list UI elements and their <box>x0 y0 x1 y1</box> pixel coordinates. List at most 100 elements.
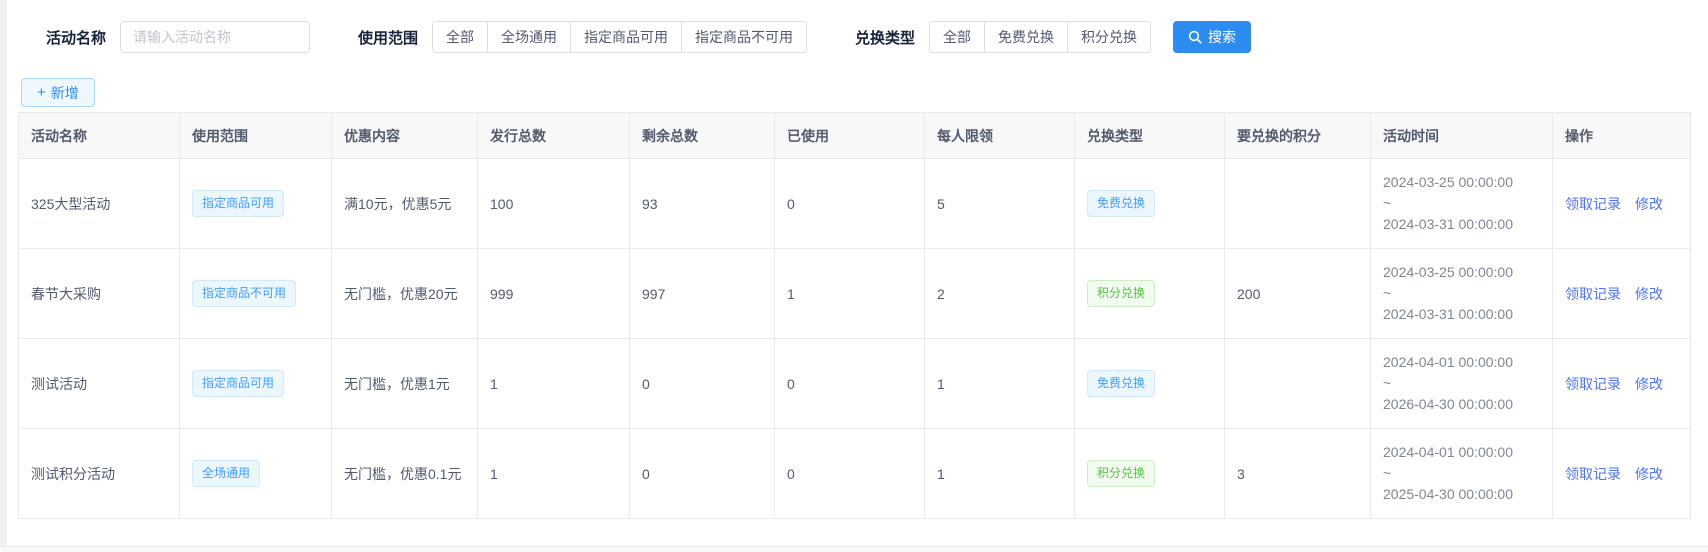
claim-records-link[interactable]: 领取记录 <box>1565 376 1621 392</box>
cell-used: 0 <box>775 339 925 429</box>
window-left-edge <box>0 0 7 552</box>
cell-discount-content: 无门槛，优惠20元 <box>332 249 478 339</box>
claim-records-link[interactable]: 领取记录 <box>1565 466 1621 482</box>
exchange-type-option-points[interactable]: 积分兑换 <box>1067 22 1150 52</box>
usage-scope-option-specified-usable[interactable]: 指定商品可用 <box>570 22 681 52</box>
usage-scope-option-universal[interactable]: 全场通用 <box>487 22 570 52</box>
cell-remaining-total: 0 <box>630 429 775 519</box>
cell-points-required <box>1225 159 1371 249</box>
cell-activity-time: 2024-03-25 00:00:00 ~ 2024-03-31 00:00:0… <box>1371 159 1553 249</box>
cell-limit-per-person: 1 <box>925 429 1075 519</box>
cell-issued-total: 999 <box>478 249 630 339</box>
filter-bar: 活动名称 使用范围 全部 全场通用 指定商品可用 指定商品不可用 兑换类型 全部… <box>0 0 1708 53</box>
search-button[interactable]: 搜索 <box>1173 21 1251 53</box>
cell-activity-name: 测试积分活动 <box>19 429 180 519</box>
col-remaining-total: 剩余总数 <box>630 113 775 159</box>
search-button-label: 搜索 <box>1208 27 1236 47</box>
exchange-type-option-all[interactable]: 全部 <box>930 22 984 52</box>
exchange-type-option-free[interactable]: 免费兑换 <box>984 22 1067 52</box>
cell-discount-content: 无门槛，优惠0.1元 <box>332 429 478 519</box>
cell-issued-total: 1 <box>478 339 630 429</box>
time-start: 2024-04-01 00:00:00 <box>1383 352 1540 373</box>
usage-scope-tag: 全场通用 <box>192 460 260 486</box>
cell-discount-content: 满10元，优惠5元 <box>332 159 478 249</box>
cell-remaining-total: 93 <box>630 159 775 249</box>
time-end: 2024-03-31 00:00:00 <box>1383 304 1540 325</box>
cell-issued-total: 1 <box>478 429 630 519</box>
cell-remaining-total: 0 <box>630 339 775 429</box>
plus-icon: + <box>37 85 46 100</box>
time-start: 2024-03-25 00:00:00 <box>1383 262 1540 283</box>
toolbar: + 新增 <box>0 53 1708 107</box>
col-discount-content: 优惠内容 <box>332 113 478 159</box>
window-bottom-edge <box>0 546 1708 552</box>
edit-link[interactable]: 修改 <box>1635 376 1663 392</box>
col-actions: 操作 <box>1553 113 1691 159</box>
cell-actions: 领取记录修改 <box>1553 159 1691 249</box>
exchange-type-tag: 积分兑换 <box>1087 280 1155 306</box>
usage-scope-option-specified-unusable[interactable]: 指定商品不可用 <box>681 22 806 52</box>
cell-activity-time: 2024-04-01 00:00:00 ~ 2026-04-30 00:00:0… <box>1371 339 1553 429</box>
table-row: 测试积分活动 全场通用 无门槛，优惠0.1元 1 0 0 1 积分兑换 3 20… <box>19 429 1691 519</box>
cell-activity-time: 2024-04-01 00:00:00 ~ 2025-04-30 00:00:0… <box>1371 429 1553 519</box>
time-end: 2025-04-30 00:00:00 <box>1383 484 1540 505</box>
time-separator: ~ <box>1383 373 1540 394</box>
col-activity-name: 活动名称 <box>19 113 180 159</box>
cell-used: 0 <box>775 429 925 519</box>
usage-scope-option-all[interactable]: 全部 <box>433 22 487 52</box>
cell-activity-name: 测试活动 <box>19 339 180 429</box>
usage-scope-group: 全部 全场通用 指定商品可用 指定商品不可用 <box>432 21 807 53</box>
search-icon <box>1188 30 1202 44</box>
col-activity-time: 活动时间 <box>1371 113 1553 159</box>
usage-scope-label: 使用范围 <box>358 27 418 48</box>
cell-limit-per-person: 5 <box>925 159 1075 249</box>
usage-scope-tag: 指定商品可用 <box>192 190 284 216</box>
cell-limit-per-person: 2 <box>925 249 1075 339</box>
cell-issued-total: 100 <box>478 159 630 249</box>
cell-actions: 领取记录修改 <box>1553 429 1691 519</box>
exchange-type-label: 兑换类型 <box>855 27 915 48</box>
time-separator: ~ <box>1383 193 1540 214</box>
table-row: 测试活动 指定商品可用 无门槛，优惠1元 1 0 0 1 免费兑换 2024-0… <box>19 339 1691 429</box>
edit-link[interactable]: 修改 <box>1635 286 1663 302</box>
table-header-row: 活动名称 使用范围 优惠内容 发行总数 剩余总数 已使用 每人限领 兑换类型 要… <box>19 113 1691 159</box>
usage-scope-tag: 指定商品可用 <box>192 370 284 396</box>
cell-used: 0 <box>775 159 925 249</box>
activity-table: 活动名称 使用范围 优惠内容 发行总数 剩余总数 已使用 每人限领 兑换类型 要… <box>18 112 1690 519</box>
add-button-label: 新增 <box>51 83 79 103</box>
time-start: 2024-03-25 00:00:00 <box>1383 172 1540 193</box>
usage-scope-tag: 指定商品不可用 <box>192 280 296 306</box>
cell-activity-name: 325大型活动 <box>19 159 180 249</box>
exchange-type-group: 全部 免费兑换 积分兑换 <box>929 21 1151 53</box>
edit-link[interactable]: 修改 <box>1635 466 1663 482</box>
time-separator: ~ <box>1383 463 1540 484</box>
claim-records-link[interactable]: 领取记录 <box>1565 196 1621 212</box>
col-limit-per-person: 每人限领 <box>925 113 1075 159</box>
cell-points-required <box>1225 339 1371 429</box>
time-end: 2026-04-30 00:00:00 <box>1383 394 1540 415</box>
exchange-type-tag: 免费兑换 <box>1087 370 1155 396</box>
time-end: 2024-03-31 00:00:00 <box>1383 214 1540 235</box>
table-row: 春节大采购 指定商品不可用 无门槛，优惠20元 999 997 1 2 积分兑换… <box>19 249 1691 339</box>
cell-used: 1 <box>775 249 925 339</box>
cell-actions: 领取记录修改 <box>1553 339 1691 429</box>
cell-remaining-total: 997 <box>630 249 775 339</box>
cell-activity-time: 2024-03-25 00:00:00 ~ 2024-03-31 00:00:0… <box>1371 249 1553 339</box>
cell-limit-per-person: 1 <box>925 339 1075 429</box>
time-start: 2024-04-01 00:00:00 <box>1383 442 1540 463</box>
add-button[interactable]: + 新增 <box>21 78 95 107</box>
table-row: 325大型活动 指定商品可用 满10元，优惠5元 100 93 0 5 免费兑换… <box>19 159 1691 249</box>
edit-link[interactable]: 修改 <box>1635 196 1663 212</box>
cell-activity-name: 春节大采购 <box>19 249 180 339</box>
activity-name-input[interactable] <box>120 21 310 53</box>
exchange-type-tag: 免费兑换 <box>1087 190 1155 216</box>
claim-records-link[interactable]: 领取记录 <box>1565 286 1621 302</box>
activity-name-label: 活动名称 <box>46 27 106 48</box>
time-separator: ~ <box>1383 283 1540 304</box>
col-used: 已使用 <box>775 113 925 159</box>
exchange-type-tag: 积分兑换 <box>1087 460 1155 486</box>
cell-points-required: 3 <box>1225 429 1371 519</box>
col-exchange-type: 兑换类型 <box>1075 113 1225 159</box>
col-usage-scope: 使用范围 <box>180 113 332 159</box>
cell-actions: 领取记录修改 <box>1553 249 1691 339</box>
